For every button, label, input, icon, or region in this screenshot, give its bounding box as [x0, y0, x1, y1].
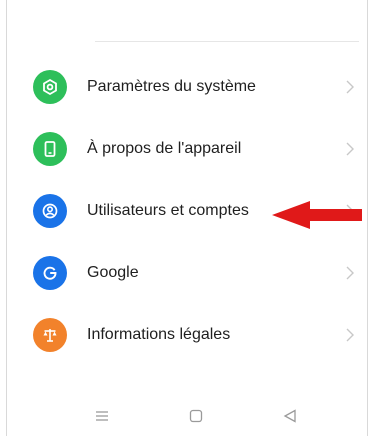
back-icon[interactable] [282, 408, 298, 424]
menu-icon[interactable] [94, 408, 110, 424]
divider [95, 41, 359, 42]
chevron-right-icon [346, 80, 354, 94]
scales-icon [33, 318, 67, 352]
settings-item-system[interactable]: Paramètres du système [7, 56, 367, 118]
settings-item-label: À propos de l'appareil [87, 140, 242, 157]
settings-item-google[interactable]: Google [7, 242, 367, 304]
google-icon [33, 256, 67, 290]
settings-item-about[interactable]: À propos de l'appareil [7, 118, 367, 180]
home-icon[interactable] [188, 408, 204, 424]
gear-icon [33, 70, 67, 104]
chevron-right-icon [346, 142, 354, 156]
phone-icon [33, 132, 67, 166]
red-arrow-icon [272, 201, 362, 229]
chevron-right-icon [346, 266, 354, 280]
settings-item-label: Paramètres du système [87, 78, 256, 95]
settings-item-label: Informations légales [87, 326, 231, 343]
settings-item-legal[interactable]: Informations légales [7, 304, 367, 366]
user-icon [33, 194, 67, 228]
settings-item-label: Utilisateurs et comptes [87, 202, 249, 219]
settings-item-label: Google [87, 264, 139, 281]
navigation-bar [7, 396, 367, 436]
chevron-right-icon [346, 328, 354, 342]
